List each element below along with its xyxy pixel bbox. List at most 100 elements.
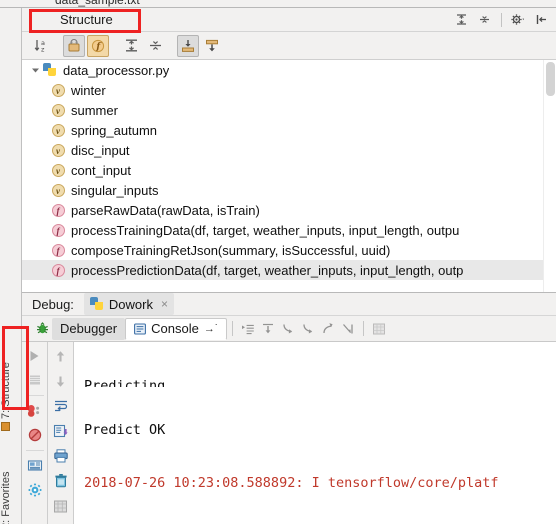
arrow-down-icon[interactable] <box>51 371 71 391</box>
debug-session-name: Dowork <box>108 296 153 312</box>
function-icon: f <box>50 202 66 218</box>
variable-icon: v <box>50 142 66 158</box>
debug-subtab-bar: Debugger Console →˙ <box>22 316 556 342</box>
tree-row[interactable]: v cont_input <box>22 160 556 180</box>
arrow-up-icon[interactable] <box>51 346 71 366</box>
variable-icon: v <box>50 102 66 118</box>
tree-node-label: processTrainingData(df, target, weather_… <box>71 222 460 238</box>
step-into-icon[interactable] <box>278 319 298 339</box>
hide-panel-icon[interactable] <box>533 11 550 28</box>
layout-settings-icon[interactable] <box>25 456 45 476</box>
show-execution-point-icon[interactable] <box>238 319 258 339</box>
structure-tree[interactable]: data_processor.py v winter v summer v sp… <box>22 60 556 292</box>
gear-icon[interactable] <box>25 480 45 500</box>
show-functions-f-icon[interactable]: f <box>87 34 109 57</box>
tab-console-label: Console <box>151 321 199 336</box>
variable-icon: v <box>50 182 66 198</box>
scrollbar-thumb[interactable] <box>546 62 555 96</box>
soft-wrap-icon[interactable] <box>51 396 71 416</box>
toolbar-divider <box>501 12 502 27</box>
history-icon[interactable] <box>51 496 71 516</box>
tree-row[interactable]: v summer <box>22 100 556 120</box>
tree-row[interactable]: f processTrainingData(df, target, weathe… <box>22 220 556 240</box>
step-out-icon[interactable] <box>318 319 338 339</box>
tree-row[interactable]: v singular_inputs <box>22 180 556 200</box>
scroll-to-end-icon[interactable] <box>51 421 71 441</box>
rail-divider <box>25 395 44 396</box>
tree-node-label: data_processor.py <box>63 62 170 78</box>
left-tool-strip: 7: Structure 2: Favorites <box>0 8 22 524</box>
pause-icon[interactable] <box>25 370 45 390</box>
tree-row[interactable]: f composeTrainingRetJson(summary, isSucc… <box>22 240 556 260</box>
trash-icon[interactable] <box>51 471 71 491</box>
python-icon <box>89 297 104 311</box>
autoscroll-from-source-icon[interactable] <box>177 34 199 57</box>
structure-toolbar: az f <box>22 32 556 60</box>
debug-label: Debug: <box>32 296 74 312</box>
mute-breakpoints-icon[interactable] <box>25 425 45 445</box>
expand-all-icon[interactable] <box>120 35 142 57</box>
run-to-cursor-icon[interactable] <box>338 319 358 339</box>
breakpoints-icon[interactable] <box>25 401 45 421</box>
bug-icon <box>32 319 52 339</box>
toolbar-divider <box>363 321 365 336</box>
console-action-rail <box>48 342 74 524</box>
svg-text:z: z <box>41 46 45 54</box>
tree-node-label: disc_input <box>71 142 130 158</box>
evaluate-expression-icon[interactable] <box>369 319 389 339</box>
console-line: Predict OK <box>84 422 166 438</box>
collapse-all-icon[interactable] <box>144 35 166 57</box>
tree-node-label: winter <box>71 82 106 98</box>
tree-node-label: parseRawData(rawData, isTrain) <box>71 202 260 218</box>
sidebar-item-favorites[interactable]: 2: Favorites <box>0 448 22 524</box>
function-icon: f <box>50 242 66 258</box>
tree-row[interactable]: f processPredictionData(df, target, weat… <box>22 260 556 280</box>
tab-console[interactable]: Console →˙ <box>125 317 228 340</box>
function-icon: f <box>50 262 66 278</box>
chevron-down-icon[interactable] <box>28 60 42 80</box>
debug-tool-window-header: Debug: Dowork × <box>22 292 556 316</box>
tree-row[interactable]: v winter <box>22 80 556 100</box>
rail-divider <box>25 450 44 451</box>
debug-session-tab[interactable]: Dowork × <box>83 293 175 315</box>
force-step-into-icon[interactable] <box>298 319 318 339</box>
console-output[interactable]: Predicting... Predict OK 2018-07-26 10:2… <box>74 342 556 524</box>
expand-all-icon[interactable] <box>453 11 470 28</box>
tree-node-label: summer <box>71 102 118 118</box>
console-line-error: 2018-07-26 10:23:08.588892: I tensorflow… <box>84 474 499 491</box>
autoscroll-to-source-icon[interactable] <box>201 35 223 57</box>
function-icon: f <box>50 222 66 238</box>
step-over-icon[interactable] <box>258 319 278 339</box>
console-icon <box>134 322 147 335</box>
tree-row[interactable]: data_processor.py <box>22 60 556 80</box>
close-icon[interactable]: × <box>161 297 168 311</box>
tree-row[interactable]: v spring_autumn <box>22 120 556 140</box>
tree-node-label: processPredictionData(df, target, weathe… <box>71 262 464 278</box>
tree-node-label: cont_input <box>71 162 131 178</box>
variable-icon: v <box>50 122 66 138</box>
sidebar-item-structure[interactable]: 7: Structure <box>0 338 22 434</box>
tab-debugger-label: Debugger <box>60 321 118 336</box>
print-icon[interactable] <box>51 446 71 466</box>
tree-node-label: spring_autumn <box>71 122 157 138</box>
sort-alphabetically-icon[interactable]: az <box>30 35 52 57</box>
resume-play-icon[interactable] <box>25 346 45 366</box>
editor-tab-label[interactable]: data_sample.txt <box>55 0 140 7</box>
collapse-all-icon[interactable] <box>476 11 493 28</box>
pycharm-window: data_sample.txt 7: Structure 2: Favorite… <box>0 0 556 524</box>
structure-scrollbar[interactable] <box>543 60 556 292</box>
structure-vertical-tab-label: 7: Structure <box>0 362 12 419</box>
debug-action-rail <box>22 342 48 524</box>
tab-debugger[interactable]: Debugger <box>52 317 126 340</box>
page-title: Structure <box>60 12 113 27</box>
gear-dropdown-icon[interactable] <box>510 11 527 28</box>
toolbar-divider <box>232 321 234 336</box>
console-line: Predicting... <box>84 378 190 387</box>
show-fields-icon[interactable] <box>63 34 85 57</box>
tree-row[interactable]: v disc_input <box>22 140 556 160</box>
tab-console-suffix: →˙ <box>203 322 219 335</box>
variable-icon: v <box>50 162 66 178</box>
tree-node-label: singular_inputs <box>71 182 159 198</box>
python-file-icon <box>42 62 58 78</box>
tree-row[interactable]: f parseRawData(rawData, isTrain) <box>22 200 556 220</box>
